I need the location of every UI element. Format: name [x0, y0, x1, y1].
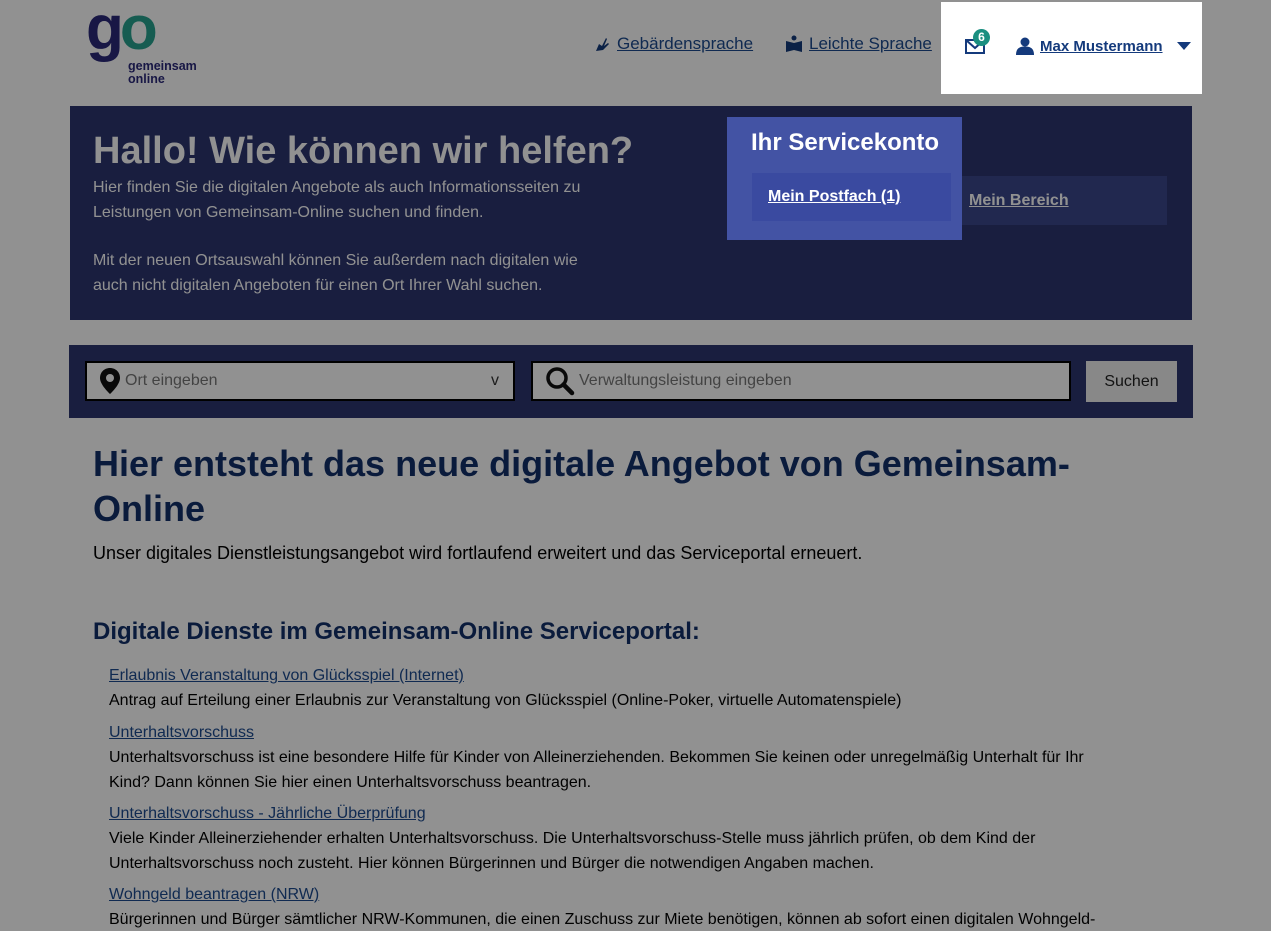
- service-item: Wohngeld beantragen (NRW) Bürgerinnen un…: [109, 883, 1119, 933]
- servicekonto-panel: Ihr Servicekonto Mein Postfach (1): [727, 117, 962, 240]
- link-easy-language-label: Leichte Sprache: [809, 34, 932, 53]
- search-icon: [546, 367, 575, 396]
- book-icon: [786, 35, 802, 52]
- service-search-input[interactable]: Verwaltungsleistung eingeben: [531, 361, 1071, 401]
- location-input[interactable]: Ort eingeben v: [85, 361, 515, 401]
- intro-text: Unser digitales Dienstleistungsangebot w…: [93, 543, 863, 563]
- service-item: Unterhaltsvorschuss Unterhaltsvorschuss …: [109, 721, 1119, 795]
- servicekonto-title: Ihr Servicekonto: [751, 129, 940, 156]
- service-description: Antrag auf Erteilung einer Erlaubnis zur…: [109, 692, 902, 709]
- user-menu-toggle[interactable]: Max Mustermann: [1016, 37, 1191, 55]
- hero-text-2: Mit der neuen Ortsauswahl können Sie auß…: [93, 252, 578, 294]
- service-link[interactable]: Erlaubnis Veranstaltung von Glücksspiel …: [109, 664, 1119, 687]
- location-dropdown-chevron[interactable]: v: [491, 372, 499, 390]
- search-button[interactable]: Suchen: [1086, 361, 1177, 402]
- service-link[interactable]: Wohngeld beantragen (NRW): [109, 883, 1119, 906]
- logo[interactable]: go gemeinsam online: [86, 0, 216, 92]
- chevron-down-icon: [1176, 42, 1191, 50]
- service-link[interactable]: Unterhaltsvorschuss - Jährliche Überprüf…: [109, 802, 1119, 825]
- service-item: Unterhaltsvorschuss - Jährliche Überprüf…: [109, 802, 1119, 876]
- hero-text-1: Hier finden Sie die digitalen Angebote a…: [93, 179, 581, 221]
- service-search-placeholder: Verwaltungsleistung eingeben: [579, 372, 792, 389]
- hero-text: Hier finden Sie die digitalen Angebote a…: [93, 176, 613, 298]
- service-description: Bürgerinnen und Bürger sämtlicher NRW-Ko…: [109, 911, 1096, 928]
- section-title: Digitale Dienste im Gemeinsam-Online Ser…: [93, 618, 700, 645]
- link-sign-language-label: Gebärdensprache: [617, 34, 754, 53]
- page-title: Hier entsteht das neue digitale Angebot …: [93, 443, 1070, 529]
- sign-language-icon: [596, 38, 609, 51]
- logo-mark: go: [86, 0, 158, 63]
- link-easy-language[interactable]: Leichte Sprache: [785, 34, 932, 54]
- link-sign-language[interactable]: Gebärdensprache: [593, 34, 753, 54]
- logo-subtitle: gemeinsam online: [128, 60, 197, 86]
- my-area-link[interactable]: Mein Bereich: [961, 176, 1167, 225]
- service-item: Erlaubnis Veranstaltung von Glücksspiel …: [109, 664, 1119, 714]
- hero-title: Hallo! Wie können wir helfen?: [93, 130, 634, 172]
- service-link[interactable]: Unterhaltsvorschuss: [109, 721, 1119, 744]
- service-description: Viele Kinder Alleinerziehender erhalten …: [109, 830, 1036, 872]
- location-placeholder: Ort eingeben: [125, 372, 218, 389]
- my-inbox-link[interactable]: Mein Postfach (1): [752, 173, 951, 221]
- logo-sub-line2: online: [128, 72, 165, 86]
- map-pin-icon: [100, 368, 120, 394]
- user-icon: [1016, 37, 1034, 55]
- user-menu-panel: 6 Max Mustermann: [941, 2, 1202, 94]
- mail-count-badge: 6: [973, 29, 990, 46]
- user-name: Max Mustermann: [1040, 37, 1163, 55]
- search-bar: Ort eingeben v Verwaltungsleistung einge…: [69, 345, 1193, 418]
- page: go gemeinsam online Gebärdensprache Leic…: [0, 0, 1271, 931]
- service-description: Unterhaltsvorschuss ist eine besondere H…: [109, 749, 1084, 791]
